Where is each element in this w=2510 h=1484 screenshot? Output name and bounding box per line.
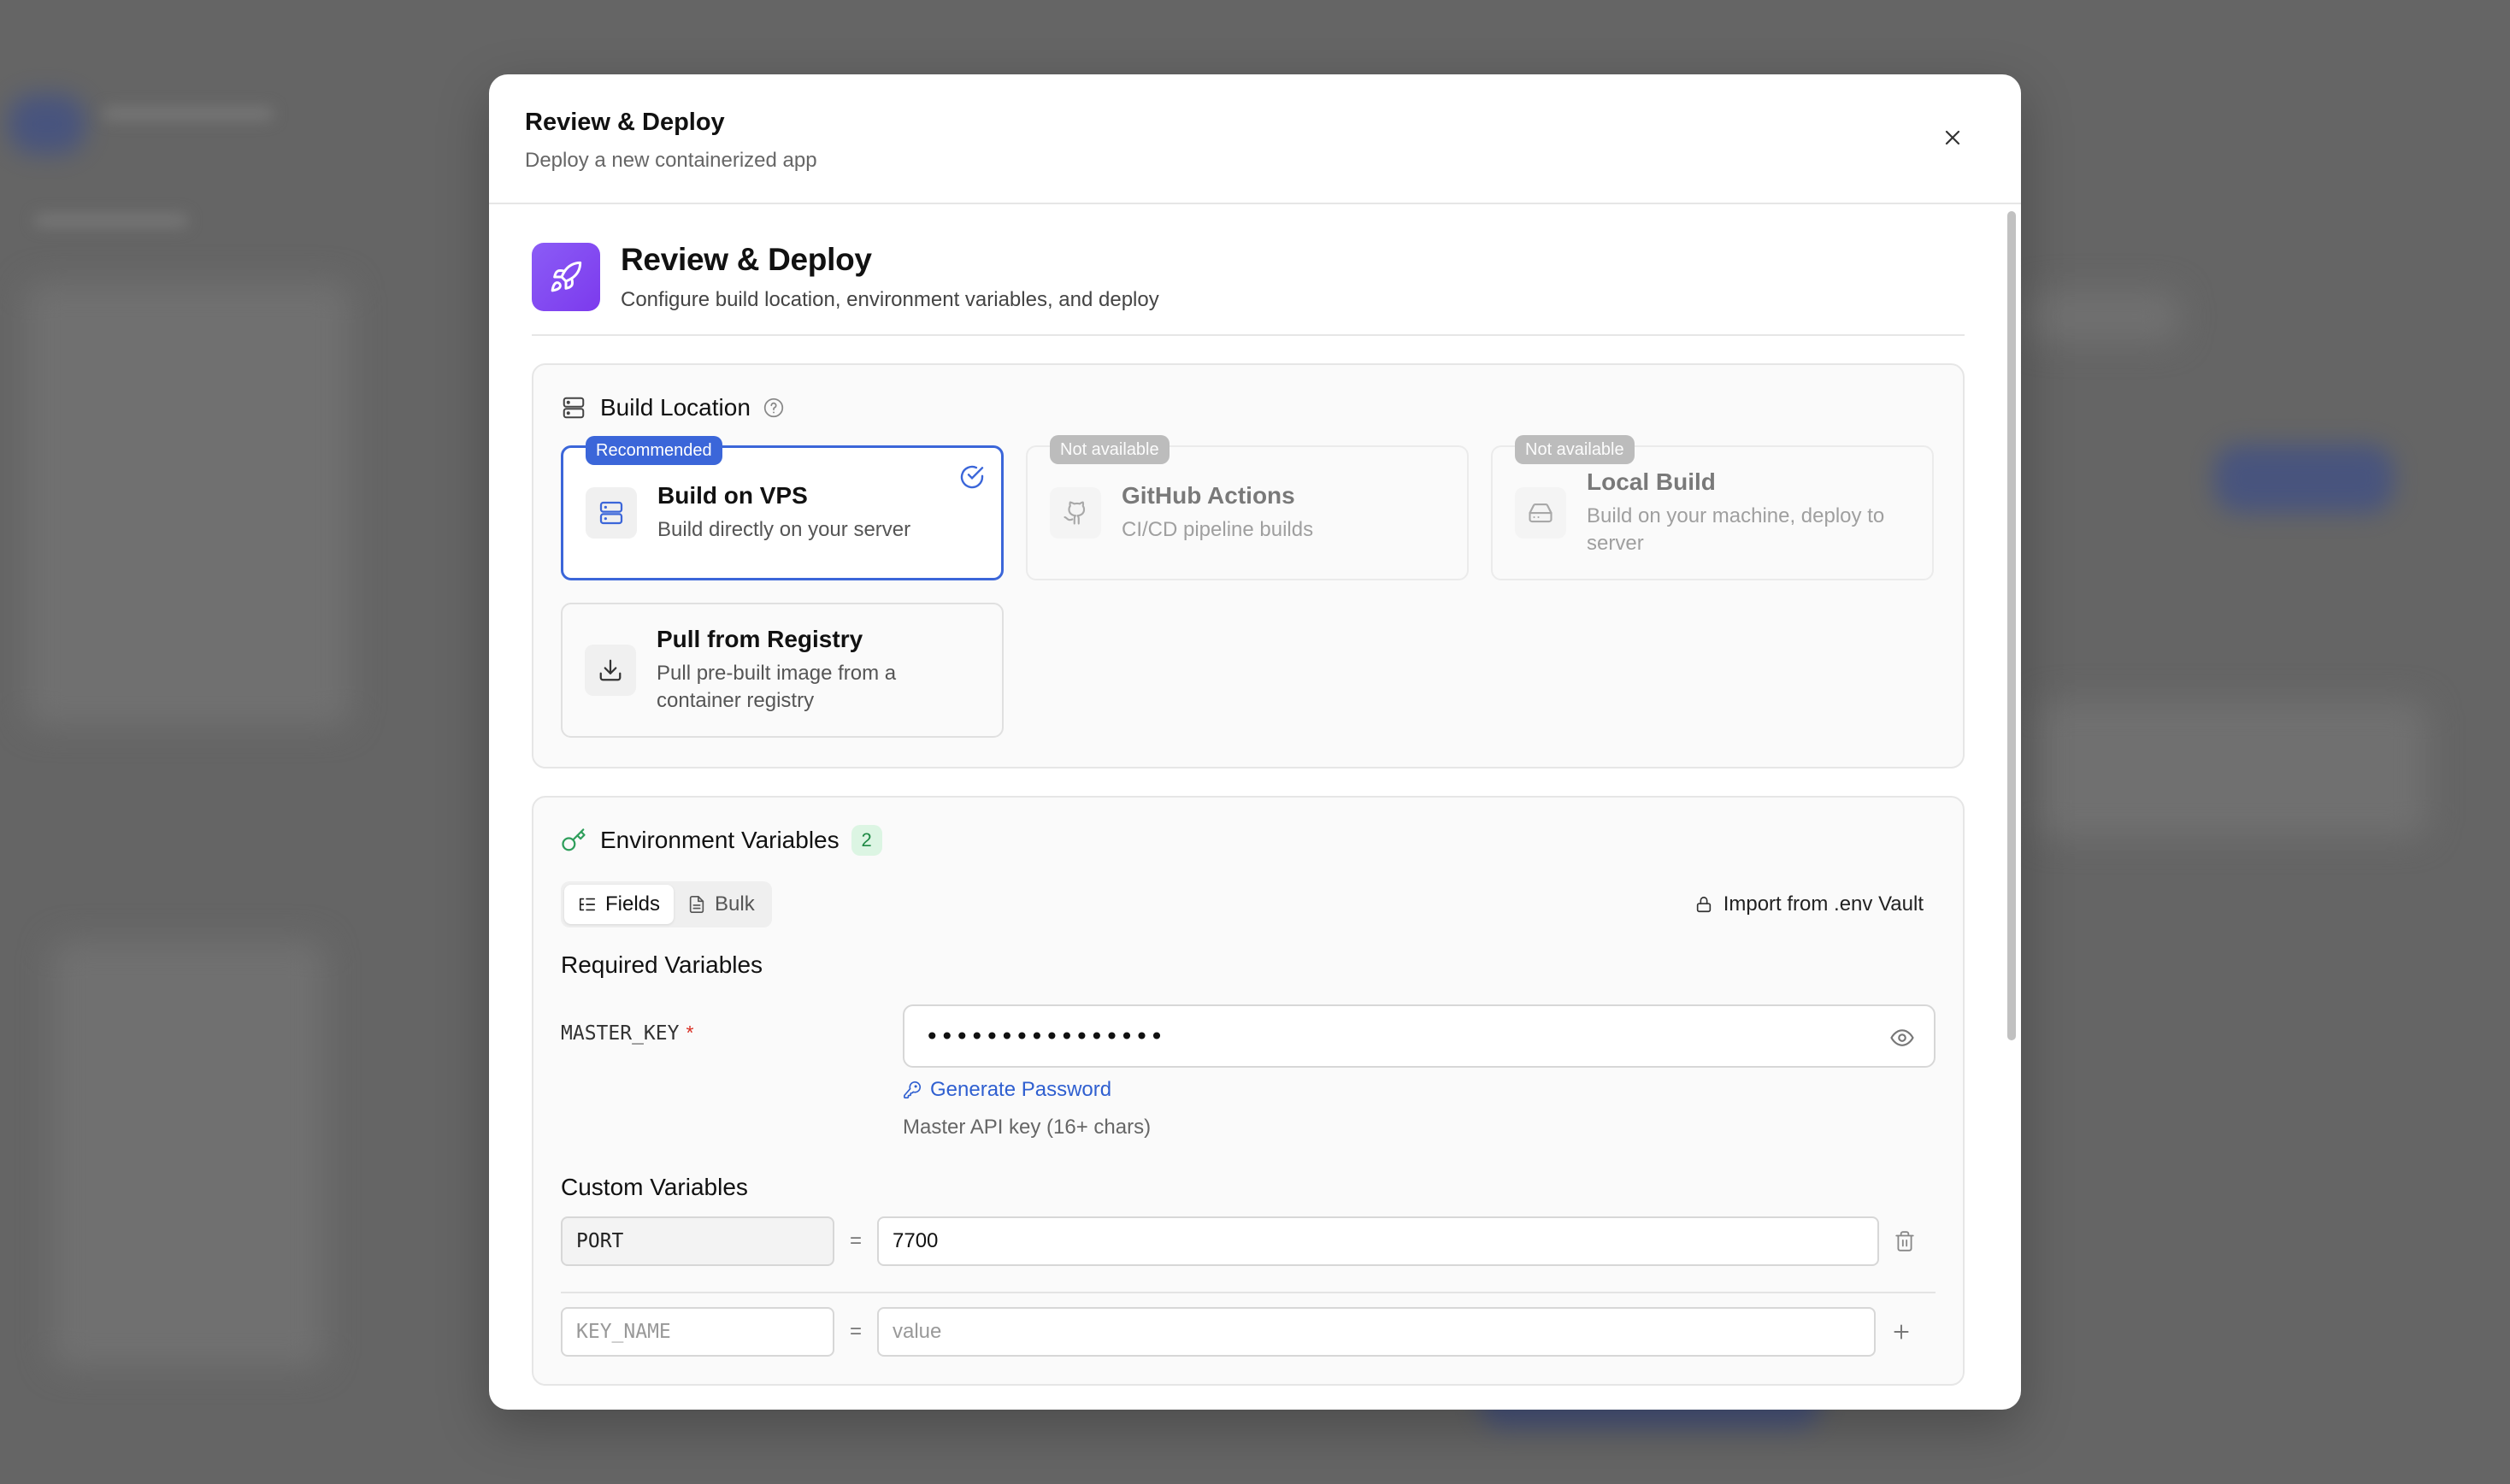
- divider: [561, 1292, 1936, 1293]
- env-count-badge: 2: [851, 825, 882, 856]
- build-location-section: Build Location Recommended Build on VPS …: [532, 363, 1965, 768]
- key-icon: [561, 827, 586, 853]
- background-text: [34, 214, 188, 227]
- generate-password-link[interactable]: Generate Password: [903, 1078, 1936, 1102]
- check-circle-icon: [958, 463, 986, 495]
- environment-variables-section: Environment Variables 2 Fields Bulk Impo…: [532, 796, 1965, 1386]
- tab-label: Bulk: [715, 892, 755, 916]
- tab-label: Fields: [605, 892, 661, 916]
- background-sidebar: [51, 940, 325, 1368]
- background-sidebar: [26, 282, 351, 727]
- build-options-grid: Recommended Build on VPS Build directly …: [561, 435, 1936, 738]
- tab-fields[interactable]: Fields: [564, 885, 675, 924]
- key-icon: [904, 1081, 921, 1098]
- build-option-registry[interactable]: Pull from Registry Pull pre-built image …: [561, 603, 1004, 738]
- build-option-description: CI/CD pipeline builds: [1122, 518, 1314, 541]
- required-variable-label: MASTER_KEY *: [561, 1004, 903, 1140]
- close-button[interactable]: [1937, 122, 1968, 153]
- new-variable-key-input[interactable]: [561, 1307, 834, 1357]
- trash-icon: [1895, 1231, 1914, 1251]
- background-block: [2026, 291, 2180, 342]
- build-location-title: Build Location: [600, 394, 751, 421]
- not-available-badge: Not available: [1050, 435, 1170, 464]
- hero-description: Configure build location, environment va…: [621, 288, 1159, 311]
- build-option-title: Pull from Registry: [657, 626, 863, 652]
- tab-bulk[interactable]: Bulk: [674, 885, 769, 924]
- github-icon: [1050, 487, 1101, 539]
- close-icon: [1945, 130, 1960, 145]
- background-button: [2214, 445, 2394, 513]
- env-title: Environment Variables: [600, 827, 840, 853]
- build-option-description: Pull pre-built image from a container re…: [657, 662, 897, 712]
- modal-header: Review & Deploy Deploy a new containeriz…: [489, 74, 2021, 204]
- plus-icon: [1894, 1324, 1909, 1340]
- modal-title: Review & Deploy: [525, 109, 725, 136]
- not-available-badge: Not available: [1515, 435, 1635, 464]
- background-text: [103, 107, 274, 121]
- import-env-vault-button[interactable]: Import from .env Vault: [1694, 892, 1936, 916]
- variable-key-input[interactable]: [561, 1216, 834, 1266]
- download-icon: [585, 645, 636, 696]
- master-key-input[interactable]: [925, 1022, 1913, 1051]
- build-option-github-actions: Not available GitHub Actions CI/CD pipel…: [1026, 435, 1469, 580]
- build-option-description: Build directly on your server: [657, 518, 911, 541]
- new-variable-row: =: [561, 1307, 1936, 1357]
- required-variables-title: Required Variables: [561, 951, 763, 978]
- build-option-title: Build on VPS: [657, 482, 808, 509]
- list-icon: [579, 898, 596, 911]
- modal-subtitle: Deploy a new containerized app: [525, 149, 817, 172]
- background-logo: [9, 94, 85, 154]
- help-icon[interactable]: [763, 397, 785, 419]
- server-icon: [586, 487, 637, 539]
- hero-title: Review & Deploy: [621, 242, 872, 277]
- variable-value-input[interactable]: [877, 1216, 1879, 1266]
- build-option-local: Not available Local Build Build on your …: [1491, 435, 1934, 580]
- generate-password-label: Generate Password: [930, 1078, 1112, 1101]
- master-key-field: [903, 1004, 1936, 1068]
- delete-variable-button[interactable]: [1879, 1230, 1930, 1252]
- modal-body: Review & Deploy Configure build location…: [489, 204, 2021, 1410]
- env-header: Environment Variables 2: [561, 825, 1936, 856]
- background-block: [2035, 701, 2428, 838]
- add-variable-button[interactable]: [1876, 1321, 1927, 1343]
- required-variable-field: Generate Password Master API key (16+ ch…: [903, 1004, 1936, 1140]
- required-variable-row: MASTER_KEY * Generate Password Master API…: [561, 1004, 1936, 1140]
- equals-sign: =: [849, 1229, 862, 1252]
- variable-key: MASTER_KEY: [561, 1022, 680, 1045]
- hard-drive-icon: [1515, 487, 1566, 539]
- new-variable-value-input[interactable]: [877, 1307, 1876, 1357]
- import-label: Import from .env Vault: [1723, 892, 1924, 916]
- env-mode-tabs: Fields Bulk: [561, 881, 772, 928]
- server-icon: [561, 395, 586, 421]
- lock-icon: [1696, 896, 1711, 913]
- required-asterisk: *: [686, 1022, 694, 1044]
- build-option-vps[interactable]: Recommended Build on VPS Build directly …: [561, 436, 1004, 580]
- rocket-icon: [532, 243, 600, 311]
- custom-variable-row: =: [561, 1216, 1936, 1266]
- build-option-description: Build on your machine, deploy to server: [1587, 504, 1885, 555]
- custom-variables-title: Custom Variables: [561, 1174, 748, 1200]
- build-option-title: GitHub Actions: [1122, 482, 1295, 509]
- master-key-hint: Master API key (16+ chars): [903, 1116, 1152, 1139]
- deploy-modal: Review & Deploy Deploy a new containeriz…: [489, 74, 2021, 1410]
- build-location-header: Build Location: [561, 394, 1936, 421]
- env-toolbar: Fields Bulk Import from .env Vault: [561, 881, 1936, 928]
- eye-icon[interactable]: [1889, 1025, 1915, 1055]
- build-option-title: Local Build: [1587, 468, 1716, 495]
- equals-sign: =: [849, 1320, 862, 1343]
- file-text-icon: [689, 896, 704, 913]
- recommended-badge: Recommended: [586, 436, 722, 465]
- hero-header: Review & Deploy Configure build location…: [532, 204, 1965, 336]
